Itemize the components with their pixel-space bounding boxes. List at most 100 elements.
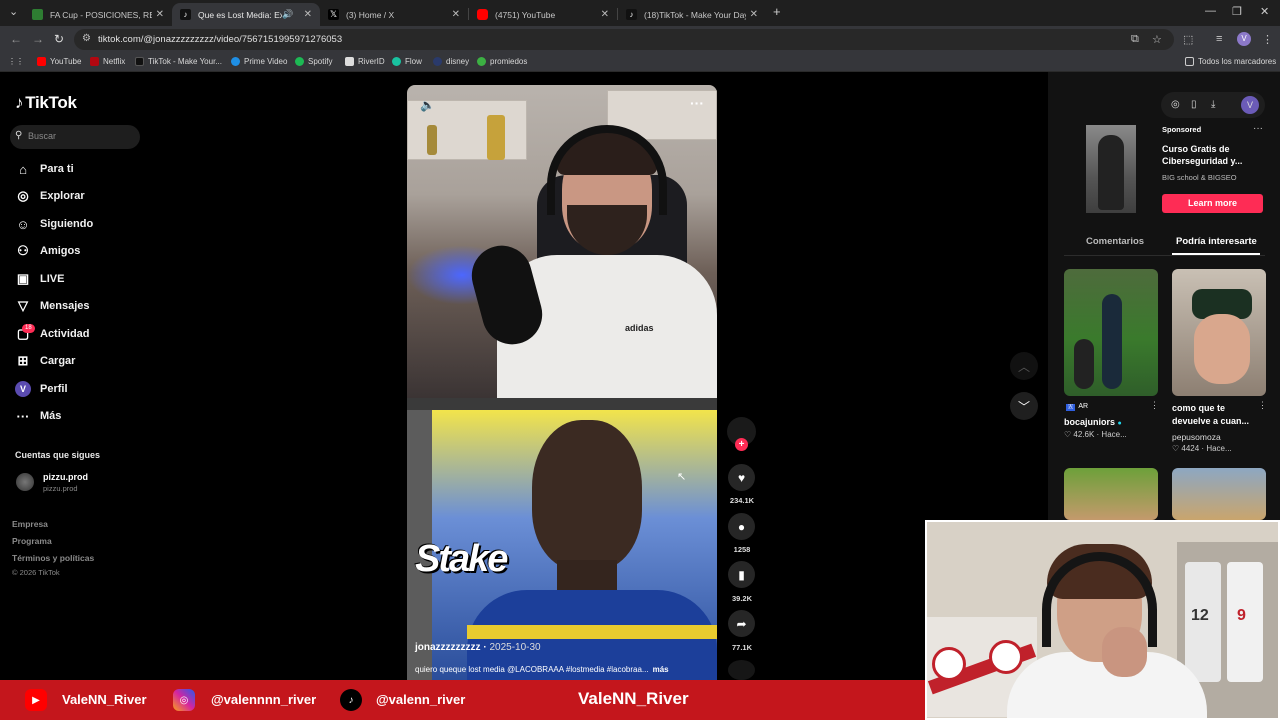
tab-podria-interesarte[interactable]: Podría interesarte — [1176, 236, 1257, 247]
sidebar-item-perfil[interactable]: V Perfil — [15, 379, 68, 399]
suggestion-user[interactable]: pepusomoza — [1172, 432, 1221, 442]
bookmark-netflix[interactable]: Netflix — [90, 57, 125, 66]
learn-more-button[interactable]: Learn more — [1162, 194, 1263, 213]
browser-menu-icon[interactable]: ⋮ — [1262, 33, 1273, 46]
sidebar-item-siguiendo[interactable]: ☺ Siguiendo — [15, 214, 93, 234]
bookmark-prime-video[interactable]: Prime Video — [231, 57, 287, 66]
bookmark-promiedos[interactable]: promiedos — [477, 57, 527, 66]
river-crest-icon — [932, 647, 966, 681]
back-button[interactable]: ← — [10, 32, 22, 46]
comment-count: 1258 — [733, 545, 751, 554]
sidebar-item-live[interactable]: ▣ LIVE — [15, 269, 65, 289]
ad-options-icon[interactable]: ··· — [1253, 123, 1263, 134]
video-player[interactable]: adidas Stake 🔈 ··· jonazzzzzzzzz · 2025-… — [407, 85, 717, 680]
close-tab-icon[interactable]: ✕ — [156, 9, 164, 20]
footer-link-programa[interactable]: Programa — [12, 536, 52, 546]
bookmark-tiktok[interactable]: TikTok - Make Your... — [135, 57, 222, 66]
music-disc[interactable] — [728, 660, 755, 680]
footer-link-terminos[interactable]: Términos y políticas — [12, 553, 94, 563]
browser-tab[interactable]: 𝕏 (3) Home / X ✕ — [320, 3, 468, 26]
riverid-icon — [345, 57, 354, 66]
bookmark-star-icon[interactable]: ☆ — [1152, 33, 1162, 46]
save-button[interactable]: ▮ — [728, 561, 755, 588]
heart-outline-icon: ♡ — [1172, 444, 1180, 453]
suggestion-caption[interactable]: como que te devuelve a cuan... — [1172, 402, 1254, 428]
close-tab-icon[interactable]: ✕ — [304, 9, 312, 20]
extensions-icon[interactable]: ⬚ — [1183, 33, 1193, 46]
suggestion-user[interactable]: bocajuniors ● — [1064, 416, 1122, 430]
copyright: © 2026 TikTok — [12, 568, 60, 577]
browser-tab[interactable]: (4751) YouTube ✕ — [469, 3, 617, 26]
comment-button[interactable]: ● — [728, 513, 755, 540]
video-options-icon[interactable]: ··· — [690, 95, 704, 111]
caption-more-link[interactable]: más — [653, 665, 669, 674]
sidebar-item-explorar[interactable]: ◎ Explorar — [15, 186, 84, 206]
like-button[interactable]: ♥ — [728, 464, 755, 491]
address-bar[interactable]: ⚙ tiktok.com/@jonazzzzzzzzz/video/756715… — [74, 29, 1174, 50]
mouse-cursor-icon: ↖ — [677, 471, 687, 483]
suggested-video-thumbnail[interactable] — [1172, 269, 1266, 396]
trophy — [487, 115, 505, 160]
new-tab-button[interactable]: + — [773, 4, 781, 19]
follow-plus-icon[interactable]: + — [735, 438, 748, 451]
tab-search-icon[interactable]: ⌄ — [9, 5, 18, 18]
video-author[interactable]: jonazzzzzzzzz · 2025-10-30 — [415, 642, 541, 653]
previous-video-button[interactable]: ︿ — [1010, 352, 1038, 380]
install-app-icon[interactable]: ⧉ — [1131, 33, 1139, 46]
apps-icon[interactable]: ⋮⋮ — [8, 57, 24, 66]
suggested-video-thumbnail[interactable] — [1172, 468, 1266, 520]
restore-window-button[interactable]: ❐ — [1232, 5, 1242, 18]
search-input[interactable]: ⚲ Buscar — [10, 125, 140, 149]
download-icon[interactable]: ⤓ — [1211, 99, 1215, 110]
browser-profile-avatar[interactable]: V — [1237, 32, 1251, 46]
browser-tab[interactable]: ♪ (18)TikTok - Make Your Day ✕ — [618, 3, 766, 26]
tiktok-icon — [135, 57, 144, 66]
forward-button[interactable]: → — [32, 32, 44, 46]
avatar[interactable] — [16, 473, 34, 491]
next-video-button[interactable]: ﹀ — [1010, 392, 1038, 420]
profile-avatar[interactable]: V — [1241, 96, 1259, 114]
browser-tab[interactable]: FA Cup - POSICIONES, RESULTA ✕ — [24, 3, 172, 26]
hanging-jersey: 9 — [1227, 562, 1263, 682]
tiktok-logo[interactable]: ♪ TikTok — [15, 93, 77, 113]
all-bookmarks[interactable]: Todos los marcadores — [1185, 57, 1276, 66]
tab-comentarios[interactable]: Comentarios — [1086, 236, 1144, 247]
suggestion-options-icon[interactable]: ⋮ — [1258, 400, 1267, 411]
sidebar-item-mensajes[interactable]: ▽ Mensajes — [15, 296, 90, 316]
stake-logo: Stake — [415, 538, 508, 580]
suggested-video-thumbnail[interactable] — [1064, 468, 1158, 520]
minimize-window-button[interactable]: — — [1205, 5, 1216, 17]
close-tab-icon[interactable]: ✕ — [452, 9, 460, 20]
suggestion-meta: ♡ 4424 · Hace... — [1172, 444, 1232, 453]
folder-icon — [1185, 57, 1194, 66]
bookmark-disney[interactable]: disney — [433, 57, 469, 66]
suggested-video-thumbnail[interactable] — [1064, 269, 1158, 396]
sidebar-item-cargar[interactable]: ⊞ Cargar — [15, 351, 76, 371]
compass-icon[interactable]: ◎ — [1171, 99, 1180, 110]
bookmark-riverid[interactable]: RiverID — [345, 57, 385, 66]
disney-icon — [433, 57, 442, 66]
share-button[interactable]: ➦ — [728, 610, 755, 637]
phone-icon[interactable]: ▯ — [1191, 99, 1197, 110]
close-tab-icon[interactable]: ✕ — [750, 9, 758, 20]
bookmark-spotify[interactable]: Spotify — [295, 57, 332, 66]
sidebar-item-mas[interactable]: ··· Más — [15, 406, 62, 426]
audio-playing-icon[interactable]: 🔊 — [282, 9, 293, 20]
close-window-button[interactable]: ✕ — [1260, 5, 1269, 18]
bookmark-flow[interactable]: Flow — [392, 57, 422, 66]
sidebar-item-para-ti[interactable]: ⌂ Para ti — [15, 159, 74, 179]
sponsored-label: Sponsored — [1162, 125, 1202, 134]
following-account-name[interactable]: pizzu.prod — [43, 472, 88, 482]
reload-button[interactable]: ↻ — [54, 32, 64, 46]
ad-title[interactable]: Curso Gratis de Ciberseguridad y... — [1162, 143, 1257, 167]
bookmark-youtube[interactable]: YouTube — [37, 57, 81, 66]
volume-icon[interactable]: 🔈 — [420, 98, 435, 112]
sidebar-item-amigos[interactable]: ⚇ Amigos — [15, 241, 80, 261]
media-controls-icon[interactable]: ≡ — [1216, 33, 1222, 45]
suggestion-options-icon[interactable]: ⋮ — [1150, 400, 1159, 411]
browser-tab-active[interactable]: ♪ Que es Lost Media: Explorá 🔊 ✕ — [172, 3, 320, 26]
close-tab-icon[interactable]: ✕ — [601, 9, 609, 20]
url-text[interactable]: tiktok.com/@jonazzzzzzzzz/video/75671519… — [98, 34, 342, 45]
site-info-icon[interactable]: ⚙ — [82, 33, 91, 44]
footer-link-empresa[interactable]: Empresa — [12, 519, 48, 529]
